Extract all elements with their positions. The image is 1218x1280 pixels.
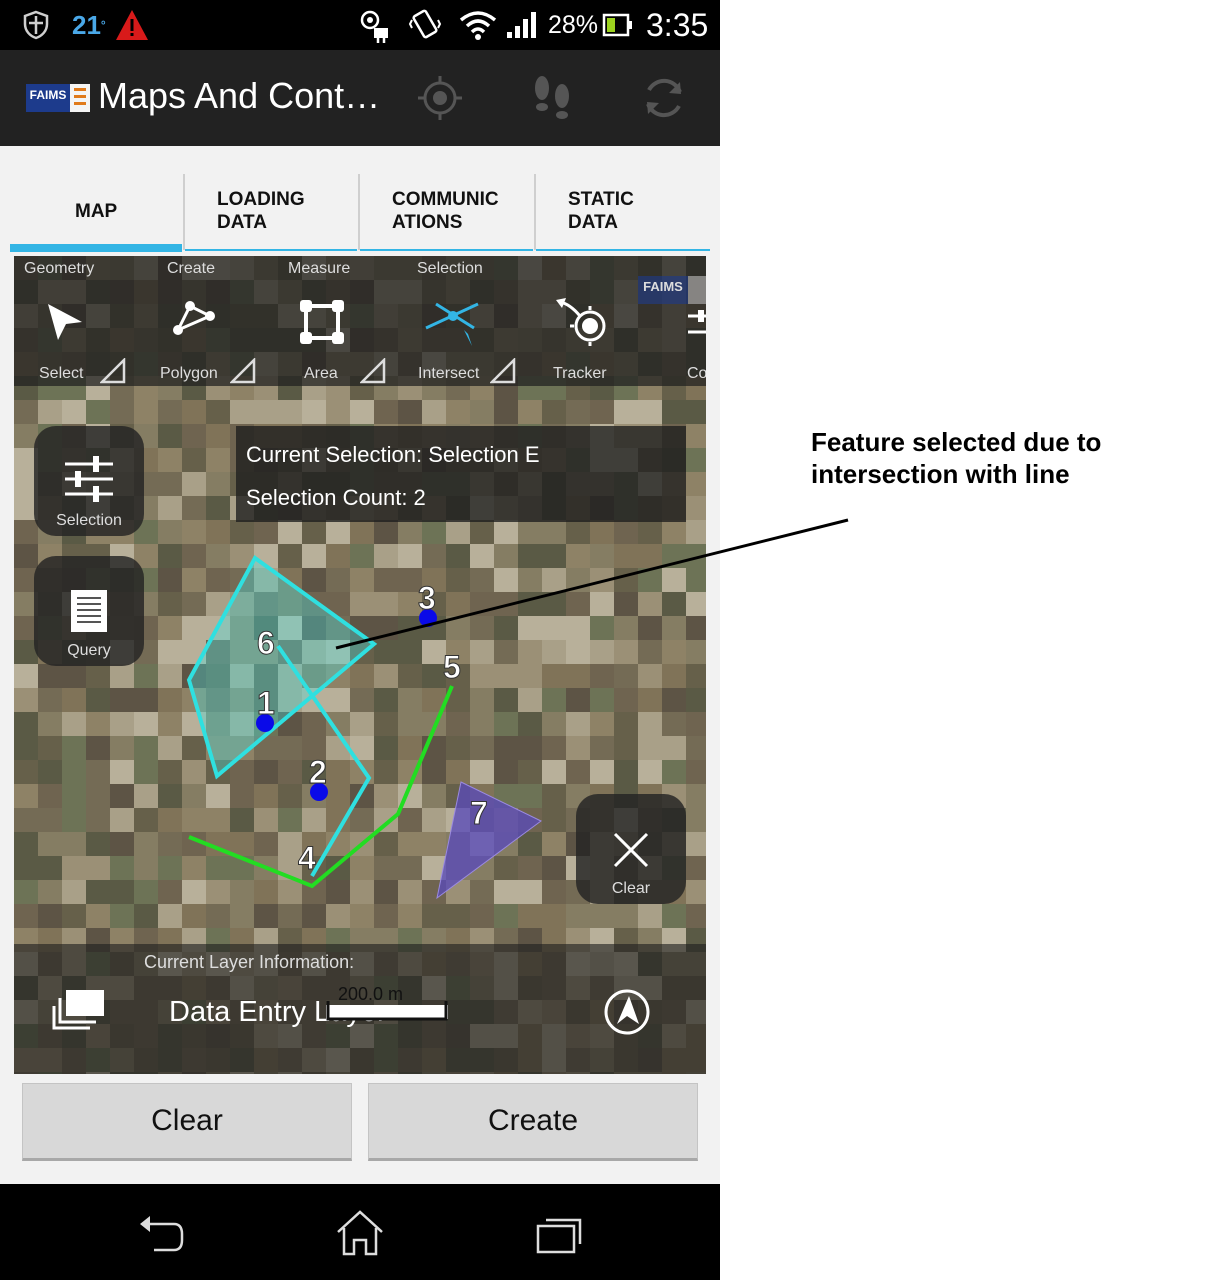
- submenu-corner-icon: [100, 358, 126, 384]
- feature-label: 1: [257, 685, 275, 721]
- tab-static-data[interactable]: STATIC DATA: [568, 170, 634, 252]
- shield-icon: [23, 10, 49, 40]
- clear-selection-button[interactable]: Clear: [576, 794, 686, 904]
- layer-caption: Current Layer Information:: [144, 952, 355, 972]
- tab-underline: [185, 249, 357, 251]
- signal-icon: [507, 12, 536, 38]
- tool-label-control[interactable]: Co: [687, 365, 706, 383]
- polygon-feature-7[interactable]: [436, 781, 542, 900]
- toolbar-group-create: Create: [167, 260, 216, 277]
- clear-button-label: Clear: [151, 1104, 223, 1137]
- sliders-icon: [65, 456, 113, 502]
- logo-text: FAIMS: [30, 88, 67, 102]
- temperature-value: 21: [72, 9, 101, 40]
- tracker-tool-icon[interactable]: [552, 296, 610, 348]
- wifi-icon: [459, 11, 497, 40]
- battery-percentage: 28%: [548, 10, 599, 39]
- area-tool-icon[interactable]: [298, 298, 346, 346]
- tab-underline: [536, 249, 710, 251]
- faims-watermark-icon: FAIMS: [638, 276, 706, 304]
- query-button-label: Query: [67, 642, 111, 659]
- tab-label-line1: COMMUNIC: [392, 189, 499, 210]
- usb-debug-icon: [360, 10, 388, 43]
- tab-label-line2: DATA: [568, 212, 618, 233]
- control-tool-icon[interactable]: [686, 306, 706, 342]
- tab-map-label: MAP: [75, 200, 118, 222]
- feature-label: 2: [309, 754, 327, 790]
- tab-label-line2: ATIONS: [392, 212, 463, 233]
- feature-label: 5: [443, 649, 461, 685]
- select-tool-icon[interactable]: [42, 300, 86, 344]
- tab-divider: [358, 174, 360, 250]
- clock: 3:35: [646, 6, 709, 43]
- sync-icon[interactable]: [638, 72, 690, 124]
- temperature-indicator: 21 °: [72, 9, 106, 40]
- annotation-line2: intersection with line: [811, 459, 1070, 489]
- tab-communications[interactable]: COMMUNIC ATIONS: [392, 170, 499, 252]
- submenu-corner-icon: [360, 358, 386, 384]
- layer-info-bar: Current Layer Information: Data Entry La…: [14, 944, 706, 1074]
- clear-selection-label: Clear: [611, 880, 651, 897]
- toolbar-group-selection: Selection: [417, 260, 483, 277]
- selection-count-text: Selection Count: 2: [246, 485, 426, 510]
- tab-underline: [360, 249, 533, 251]
- home-icon[interactable]: [334, 1208, 386, 1260]
- map-toolbar: Geometry Create Measure Selection FAIMS …: [14, 256, 706, 386]
- tool-label-tracker[interactable]: Tracker: [553, 365, 607, 383]
- tab-label-line1: STATIC: [568, 189, 634, 210]
- feature-label: 6: [257, 625, 275, 661]
- tool-label-select[interactable]: Select: [39, 365, 83, 383]
- toolbar-group-geometry: Geometry: [24, 260, 95, 277]
- warning-icon: [116, 10, 148, 40]
- phone-screen: 21 ° 28% 3:35 FAIMS Maps And Cont… MAP L…: [0, 0, 720, 1280]
- tool-label-polygon[interactable]: Polygon: [160, 365, 218, 383]
- close-icon: [613, 832, 649, 868]
- watermark-text: FAIMS: [643, 279, 683, 294]
- battery-icon: [602, 13, 632, 37]
- scale-label: 200.0 m: [338, 984, 404, 1004]
- gps-target-icon[interactable]: [414, 72, 466, 124]
- polygon-tool-icon[interactable]: [168, 298, 218, 344]
- vibrate-icon: [408, 9, 442, 39]
- footsteps-icon[interactable]: [526, 72, 578, 124]
- layers-icon[interactable]: [52, 988, 106, 1030]
- intersect-tool-icon[interactable]: [424, 300, 482, 350]
- selection-info-panel: Current Selection: Selection E Selection…: [236, 426, 686, 522]
- app-title: Maps And Cont…: [98, 75, 381, 116]
- annotation-callout: Feature selected due to intersection wit…: [811, 426, 1191, 490]
- annotation-line1: Feature selected due to: [811, 427, 1102, 457]
- current-selection-text: Current Selection: Selection E: [246, 442, 540, 467]
- back-icon[interactable]: [134, 1208, 186, 1260]
- tab-label-line1: LOADING: [217, 189, 305, 210]
- status-bar: 21 ° 28% 3:35: [0, 0, 720, 50]
- create-button[interactable]: Create: [368, 1083, 698, 1161]
- recent-apps-icon[interactable]: [534, 1208, 586, 1260]
- create-button-label: Create: [487, 1104, 579, 1137]
- feature-label: 3: [418, 580, 436, 616]
- clear-button[interactable]: Clear: [22, 1083, 352, 1161]
- faims-logo-icon: FAIMS: [26, 84, 90, 112]
- toolbar-group-measure: Measure: [288, 260, 351, 277]
- selection-button[interactable]: Selection: [34, 426, 144, 536]
- feature-label: 7: [470, 795, 488, 831]
- active-tab-indicator: [10, 244, 182, 252]
- tab-loading-data[interactable]: LOADING DATA: [217, 170, 305, 252]
- tab-map[interactable]: MAP: [75, 170, 117, 252]
- tool-label-area[interactable]: Area: [304, 365, 338, 383]
- document-icon: [71, 590, 107, 632]
- selection-button-label: Selection: [56, 512, 122, 529]
- compass-icon[interactable]: [603, 988, 651, 1036]
- feature-label: 4: [298, 840, 316, 876]
- submenu-corner-icon: [490, 358, 516, 384]
- map-view[interactable]: 1 2 3 4 5 6 7 Geometry Create Measure Se…: [14, 256, 706, 1074]
- tab-divider: [183, 174, 185, 250]
- tool-label-intersect[interactable]: Intersect: [418, 365, 479, 383]
- tab-label-line2: DATA: [217, 212, 267, 233]
- query-button[interactable]: Query: [34, 556, 144, 666]
- submenu-corner-icon: [230, 358, 256, 384]
- tab-divider: [534, 174, 536, 250]
